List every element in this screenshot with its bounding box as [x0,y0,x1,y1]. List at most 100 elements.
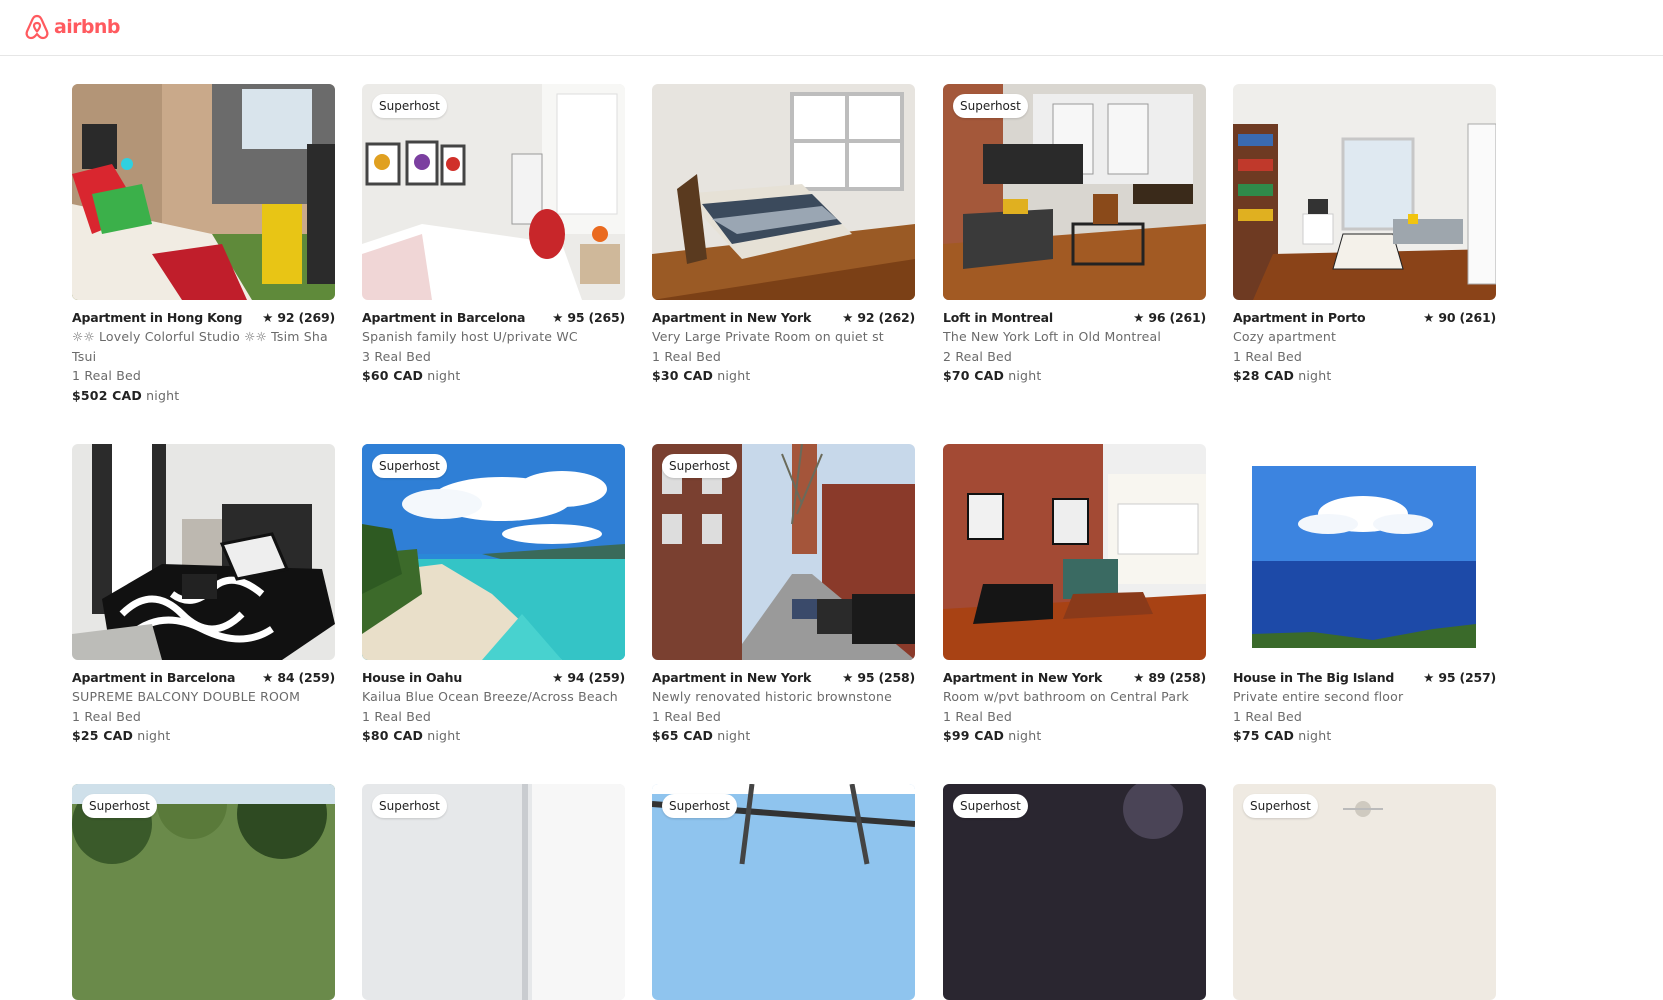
listing-beds: 1 Real Bed [943,708,1013,724]
listing-card[interactable]: Apartment in New York ★ 92 (262) Very Larg… [652,84,915,386]
superhost-badge: Superhost [372,454,447,478]
superhost-badge: Superhost [372,794,447,818]
listing-description: The New York Loft in Old Montreal [943,329,1162,344]
listing-price-unit: night [717,368,751,383]
listing-photo[interactable]: Superhost [943,784,1206,1000]
listing-type: House in The Big Island [1233,669,1395,685]
listing-card[interactable]: Apartment in New York ★ 89 (258) Room w/pv… [943,444,1206,746]
listing-photo[interactable] [1233,84,1496,300]
listing-image [72,444,335,660]
listing-price-row: $502 CAD night [72,386,335,406]
superhost-badge: Superhost [372,94,447,118]
listing-card[interactable]: House in The Big Island ★ 95 (257) Private… [1233,444,1496,746]
listing-photo[interactable] [72,444,335,660]
listing-price: $75 CAD [1233,728,1295,743]
listing-price-unit: night [1298,368,1332,383]
listing-type: Apartment in New York [943,669,1103,685]
listing-card[interactable]: Apartment in Porto ★ 90 (261) Cozy apartme… [1233,84,1496,386]
listing-rating: ★ 94 (259) [552,669,625,685]
listing-price-row: $28 CAD night [1233,366,1496,386]
listing-photo[interactable]: Superhost [362,784,625,1000]
listing-rating: ★ 95 (258) [842,669,915,685]
listing-card[interactable]: Superhost [72,784,335,1000]
listing-rating: ★ 95 (265) [552,309,625,325]
listing-card[interactable]: Superhost [1233,784,1496,1000]
listing-image [943,444,1206,660]
listing-beds: 1 Real Bed [362,708,432,724]
listing-price-row: $60 CAD night [362,366,625,386]
listing-price-unit: night [1008,728,1042,743]
listing-image [1233,444,1496,660]
superhost-badge: Superhost [1243,794,1318,818]
listing-card[interactable]: Superhost Apartment in Barcelona ★ 95 (265… [362,84,625,386]
listing-price-row: $30 CAD night [652,366,915,386]
listing-rating: ★ 90 (261) [1423,309,1496,325]
listing-card[interactable]: Superhost [652,784,915,1000]
listing-type: Apartment in Porto [1233,309,1366,325]
listing-photo[interactable]: Superhost [652,784,915,1000]
listing-price: $99 CAD [943,728,1005,743]
listing-description: SUPREME BALCONY DOUBLE ROOM [72,689,301,704]
listing-photo[interactable] [1233,444,1496,660]
listing-type: Loft in Montreal [943,309,1053,325]
listing-price: $70 CAD [943,368,1005,383]
listing-price: $502 CAD [72,387,142,403]
superhost-badge: Superhost [82,794,157,818]
listing-photo[interactable]: Superhost [362,84,625,300]
listing-type: Apartment in Hong Kong [72,309,243,325]
listing-price: $65 CAD [652,728,714,743]
superhost-badge: Superhost [662,454,737,478]
superhost-badge: Superhost [662,794,737,818]
listing-header-row: House in Oahu ★ 94 (259) [362,669,625,685]
listing-price: $25 CAD [72,728,134,743]
listing-price: $60 CAD [362,368,424,383]
listing-description: ☼☼ Lovely Colorful Studio ☼☼ Tsim Sha Ts… [72,329,328,364]
listing-card[interactable]: Apartment in Barcelona ★ 84 (259) SUPREME … [72,444,335,746]
listing-header-row: Apartment in Barcelona ★ 84 (259) [72,669,335,685]
listing-price-unit: night [1298,728,1332,743]
listing-card[interactable]: Superhost [943,784,1206,1000]
listing-card[interactable]: Superhost Loft in Montreal ★ 96 (261) The N… [943,84,1206,386]
listing-price: $28 CAD [1233,368,1295,383]
listing-price-unit: night [427,368,461,383]
listing-price-row: $99 CAD night [943,726,1206,746]
listing-price: $30 CAD [652,368,714,383]
listing-photo[interactable]: Superhost [1233,784,1496,1000]
listing-beds: 1 Real Bed [1233,708,1303,724]
listing-photo[interactable] [943,444,1206,660]
listing-price-row: $80 CAD night [362,726,625,746]
listing-header-row: Apartment in Porto ★ 90 (261) [1233,309,1496,325]
listing-photo[interactable]: Superhost [72,784,335,1000]
listing-card[interactable]: Apartment in Hong Kong ★ 92 (269) ☼☼ Lovel… [72,84,335,406]
listing-price-unit: night [717,728,751,743]
airbnb-logo-icon [25,14,49,40]
listing-rating: ★ 92 (262) [842,309,915,325]
listing-rating: ★ 96 (261) [1133,309,1206,325]
listing-beds: 2 Real Bed [943,348,1013,364]
listing-card[interactable]: Superhost [362,784,625,1000]
listing-type: Apartment in Barcelona [72,669,236,685]
listing-image [652,84,915,300]
listing-type: Apartment in New York [652,669,812,685]
listing-header-row: Apartment in New York ★ 92 (262) [652,309,915,325]
superhost-badge: Superhost [953,94,1028,118]
listing-photo[interactable] [652,84,915,300]
listing-card[interactable]: Superhost House in Oahu ★ 94 (259) Kailua B… [362,444,625,746]
listing-card[interactable]: Superhost Apartment in New York ★ 95 (258)… [652,444,915,746]
listing-description: Cozy apartment [1233,329,1337,344]
listing-rating: ★ 95 (257) [1423,669,1496,685]
listing-photo[interactable] [72,84,335,300]
listing-image [1233,84,1496,300]
listing-description: Very Large Private Room on quiet st [652,329,884,344]
listing-photo[interactable]: Superhost [652,444,915,660]
airbnb-logo[interactable]: airbnb [24,13,120,41]
listing-price-row: $65 CAD night [652,726,915,746]
listing-photo[interactable]: Superhost [943,84,1206,300]
superhost-badge: Superhost [953,794,1028,818]
listing-beds: 1 Real Bed [652,708,722,724]
listing-photo[interactable]: Superhost [362,444,625,660]
listing-header-row: House in The Big Island ★ 95 (257) [1233,669,1496,685]
listing-price-row: $75 CAD night [1233,726,1496,746]
listing-price-unit: night [427,728,461,743]
listing-price-unit: night [1008,368,1042,383]
